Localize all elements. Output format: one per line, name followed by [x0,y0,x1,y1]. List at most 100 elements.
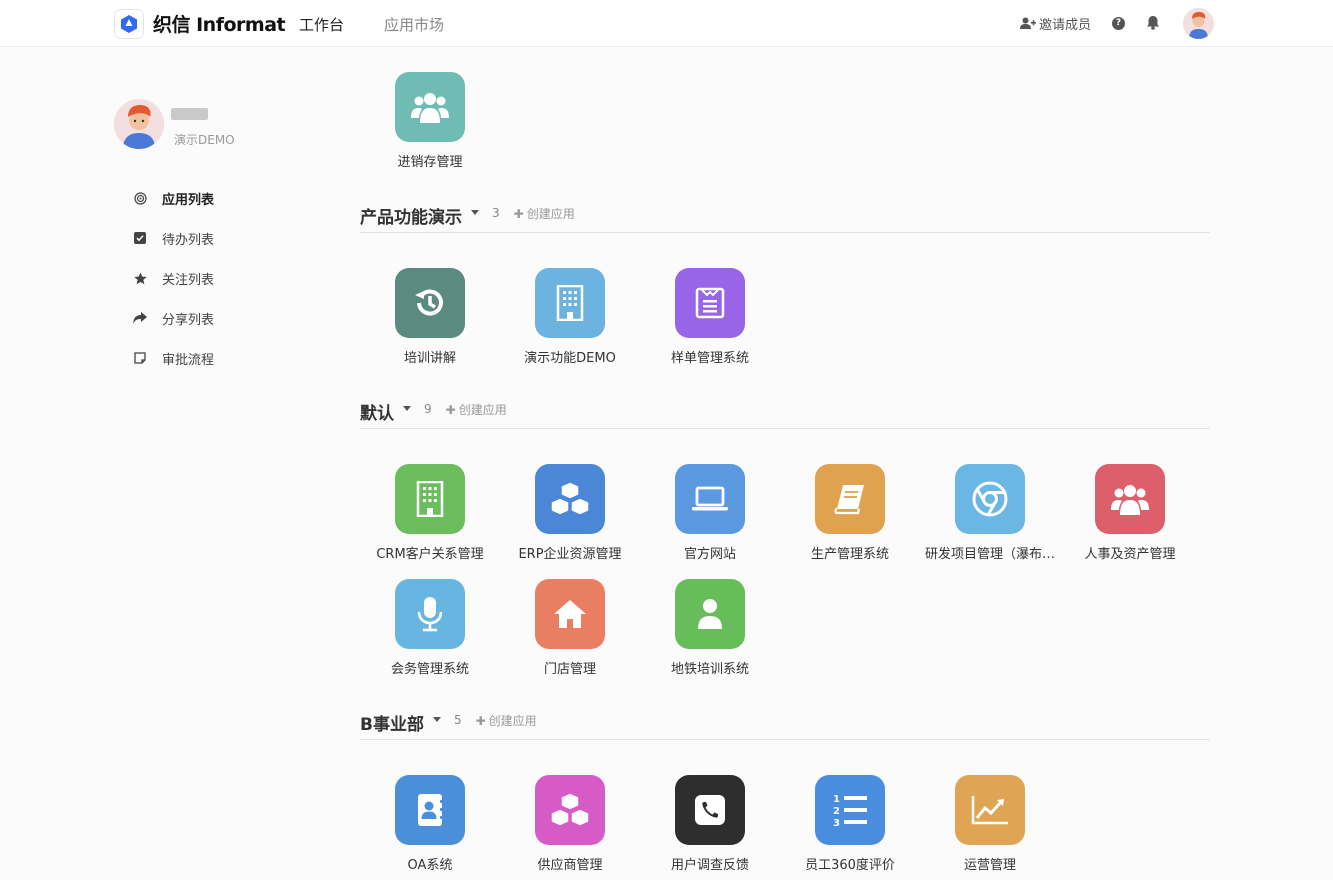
section-title: 产品功能演示 [360,208,462,228]
sidebar-item-follow[interactable]: 关注列表 [133,268,214,288]
sidebar-item-todo[interactable]: 待办列表 [133,228,214,248]
section-title: 默认 [360,404,394,424]
create-app-button[interactable]: ✚ 创建应用 [514,205,575,222]
brand-name[interactable]: 织信 Informat [153,10,286,37]
ordered-list-icon: 123 [815,775,885,845]
section-title: B事业部 [360,715,424,735]
building-icon [535,268,605,338]
user-icon [675,579,745,649]
invite-member-button[interactable]: 邀请成员 [1020,14,1091,33]
user-name-redacted [171,108,208,120]
app-tile[interactable]: 人事及资产管理 [1060,464,1200,562]
app-tile[interactable]: 培训讲解 [360,268,500,366]
app-tile[interactable]: 生产管理系统 [780,464,920,562]
phone-icon [675,775,745,845]
avatar[interactable] [1183,8,1214,39]
app-tile[interactable]: 门店管理 [500,579,640,677]
app-label: 演示功能DEMO [524,351,616,366]
book-icon [815,464,885,534]
plus-icon: ✚ [445,402,456,417]
app-tile[interactable]: 会务管理系统 [360,579,500,677]
svg-text:2: 2 [833,806,840,817]
sidebar-item-label: 分享列表 [162,312,215,328]
sidebar-item-app-list[interactable]: 应用列表 [133,188,214,208]
top-bar: 织信 Informat 工作台 应用市场 邀请成员 ? [0,0,1333,47]
app-label: 培训讲解 [403,351,456,366]
app-label: 门店管理 [543,662,596,677]
app-tile[interactable]: 官方网站 [640,464,780,562]
add-user-icon [1020,17,1036,29]
contacts-book-icon [395,775,465,845]
section-header: B事业部 5 ✚ 创建应用 [360,710,1210,740]
create-app-button[interactable]: ✚ 创建应用 [476,712,537,729]
question-circle-icon[interactable]: ? [1112,17,1125,30]
sidebar-item-approval[interactable]: 审批流程 [133,348,214,368]
app-label: 运营管理 [963,858,1016,873]
target-icon [133,191,147,205]
user-org: 演示DEMO [174,133,235,147]
plus-icon: ✚ [475,713,486,728]
sidebar-item-label: 应用列表 [162,192,215,208]
app-label: 会务管理系统 [390,662,469,677]
cubes-icon [535,775,605,845]
app-label: 样单管理系统 [670,351,749,366]
app-count: 3 [492,206,500,220]
app-tile[interactable]: 研发项目管理（瀑布… [920,464,1060,562]
app-tile[interactable]: 用户调查反馈 [640,775,780,873]
history-icon [395,268,465,338]
app-label: 研发项目管理（瀑布… [924,547,1055,562]
home-icon [535,579,605,649]
app-label: 人事及资产管理 [1084,547,1176,562]
line-chart-icon [955,775,1025,845]
laptop-icon [675,464,745,534]
plus-icon: ✚ [513,206,524,221]
app-tile[interactable]: OA系统 [360,775,500,873]
app-tile[interactable]: 123 员工360度评价 [780,775,920,873]
sidebar-item-share[interactable]: 分享列表 [133,308,214,328]
section-header: 产品功能演示 3 ✚ 创建应用 [360,203,1210,233]
create-app-label: 创建应用 [458,403,507,417]
app-label: 生产管理系统 [810,547,889,562]
app-label: CRM客户关系管理 [376,547,484,562]
app-label: 官方网站 [683,547,736,562]
app-label: 地铁培训系统 [670,662,749,677]
caret-down-icon[interactable] [403,406,411,411]
brand-logo-icon[interactable] [114,9,144,39]
app-tile[interactable]: CRM客户关系管理 [360,464,500,562]
svg-text:3: 3 [833,818,840,828]
caret-down-icon[interactable] [471,210,479,215]
app-tile[interactable]: 样单管理系统 [640,268,780,366]
sidebar-item-label: 关注列表 [162,272,215,288]
svg-text:1: 1 [833,794,840,805]
building-icon [395,464,465,534]
cubes-icon [535,464,605,534]
app-tile[interactable]: 供应商管理 [500,775,640,873]
app-count: 5 [453,713,462,727]
caret-down-icon[interactable] [432,717,441,722]
section-header: 默认 9 ✚ 创建应用 [360,399,1210,429]
app-label: 员工360度评价 [805,858,895,873]
tab-workbench[interactable]: 工作台 [299,14,344,35]
app-label: 进销存管理 [397,155,463,170]
app-tile[interactable]: 地铁培训系统 [640,579,780,677]
app-label: ERP企业资源管理 [518,547,622,562]
app-tile[interactable]: 进销存管理 [360,72,500,170]
app-tile[interactable]: 运营管理 [920,775,1060,873]
sidebar-item-label: 待办列表 [162,232,215,248]
app-label: 供应商管理 [537,858,603,873]
create-app-button[interactable]: ✚ 创建应用 [446,401,507,418]
user-avatar[interactable] [114,99,164,149]
create-app-label: 创建应用 [526,207,575,221]
note-icon [133,351,147,365]
invite-member-label: 邀请成员 [1039,18,1092,33]
tab-app-market[interactable]: 应用市场 [384,14,444,35]
app-tile[interactable]: 演示功能DEMO [500,268,640,366]
list-card-icon [675,268,745,338]
create-app-label: 创建应用 [488,714,537,728]
users-icon [1095,464,1165,534]
users-icon [395,72,465,142]
star-icon [133,271,147,285]
bell-icon[interactable] [1146,15,1160,34]
share-icon [133,311,147,325]
app-tile[interactable]: ERP企业资源管理 [500,464,640,562]
